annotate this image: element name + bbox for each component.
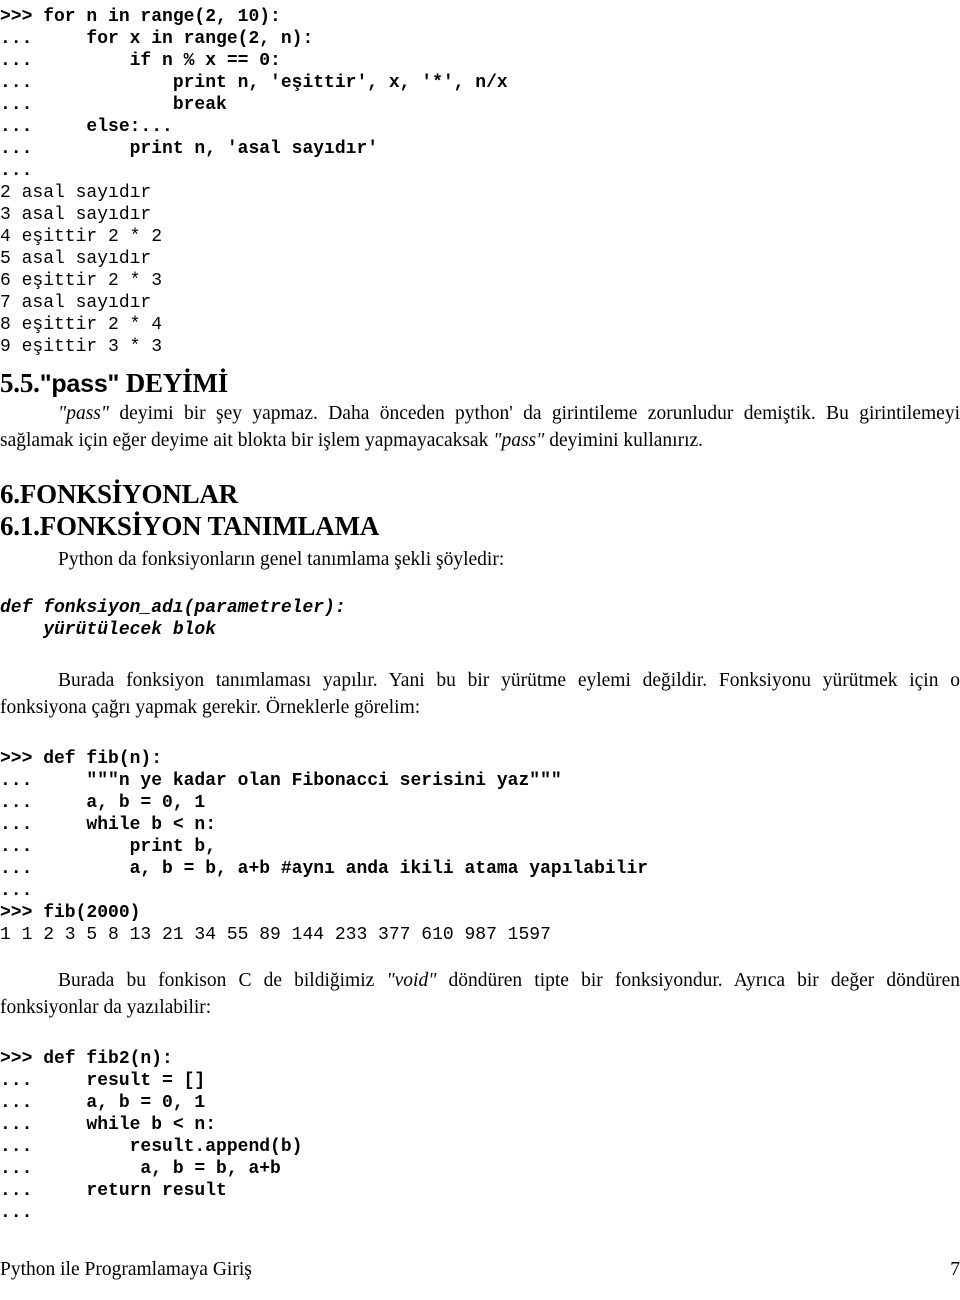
heading-function-definition: 6.1.FONKSİYON TANIMLAMA bbox=[0, 511, 380, 541]
code-line: ... print n, 'asal sayıdır' bbox=[0, 139, 379, 159]
paragraph-void-text-1: Burada bu fonkison C de bildiğimiz bbox=[58, 970, 387, 991]
paragraph-text-1: deyimi bir şey yapmaz. Daha önceden pyth… bbox=[0, 403, 960, 451]
heading-number: 5.5. bbox=[0, 368, 40, 398]
code-line: ... a, b = b, a+b bbox=[0, 1159, 281, 1179]
code-line: ... while b < n: bbox=[0, 815, 217, 835]
code-line: 8 eşittir 2 * 4 bbox=[0, 315, 163, 335]
footer-page-number: 7 bbox=[950, 1259, 960, 1280]
code-line: 7 asal sayıdır bbox=[0, 293, 152, 313]
code-line: yürütülecek blok bbox=[0, 620, 217, 640]
heading-rest: DEYİMİ bbox=[119, 368, 229, 398]
heading-quoted-pass: "pass" bbox=[39, 370, 120, 398]
code-line: 2 asal sayıdır bbox=[0, 183, 152, 203]
code-line: ... bbox=[0, 881, 33, 901]
heading-functions: 6.FONKSİYONLAR bbox=[0, 479, 238, 509]
paragraph-pass-description: "pass" deyimi bir şey yapmaz. Daha önced… bbox=[0, 400, 960, 454]
code-line: 6 eşittir 2 * 3 bbox=[0, 271, 163, 291]
inline-quoted-void: "void" bbox=[386, 970, 437, 991]
code-line: def fonksiyon_adı(parametreler): bbox=[0, 598, 346, 618]
code-line: ... a, b = 0, 1 bbox=[0, 1093, 206, 1113]
code-line: 9 eşittir 3 * 3 bbox=[0, 337, 163, 357]
fib-console: >>> def fib(n):... """n ye kadar olan Fi… bbox=[0, 748, 648, 946]
inline-quoted-pass-2: "pass" bbox=[493, 430, 545, 451]
code-line: ... return result bbox=[0, 1181, 227, 1201]
paragraph-function-call-text: Burada fonksiyon tanımlaması yapılır. Ya… bbox=[0, 670, 960, 718]
code-line: ... break bbox=[0, 95, 227, 115]
paragraph-definition-intro: Python da fonksiyonların genel tanımlama… bbox=[58, 549, 505, 570]
code-line: ... print b, bbox=[0, 837, 217, 857]
heading-pass-statement: 5.5."pass" DEYİMİ bbox=[0, 368, 228, 400]
code-line: >>> fib(2000) bbox=[0, 903, 141, 923]
code-line: 1 1 2 3 5 8 13 21 34 55 89 144 233 377 6… bbox=[0, 925, 551, 945]
paragraph-void-description: Burada bu fonkison C de bildiğimiz "void… bbox=[0, 967, 960, 1021]
footer-title: Python ile Programlamaya Giriş bbox=[0, 1259, 252, 1280]
code-line: 3 asal sayıdır bbox=[0, 205, 152, 225]
code-line: ... """n ye kadar olan Fibonacci serisin… bbox=[0, 771, 562, 791]
function-definition-syntax: def fonksiyon_adı(parametreler): yürütül… bbox=[0, 597, 346, 641]
code-line: >>> def fib(n): bbox=[0, 749, 163, 769]
code-line: ... bbox=[0, 1203, 33, 1223]
code-line: ... result.append(b) bbox=[0, 1137, 303, 1157]
code-line: ... while b < n: bbox=[0, 1115, 217, 1135]
code-line: ... for x in range(2, n): bbox=[0, 29, 314, 49]
code-line: ... bbox=[0, 161, 33, 181]
page-footer: Python ile Programlamaya Giriş 7 bbox=[0, 1258, 960, 1282]
code-line: ... result = [] bbox=[0, 1071, 206, 1091]
paragraph-function-call: Burada fonksiyon tanımlaması yapılır. Ya… bbox=[0, 667, 960, 721]
code-line: ... a, b = b, a+b #aynı anda ikili atama… bbox=[0, 859, 649, 879]
code-line: ... else:... bbox=[0, 117, 173, 137]
code-line: ... if n % x == 0: bbox=[0, 51, 281, 71]
code-line: 4 eşittir 2 * 2 bbox=[0, 227, 163, 247]
code-line: >>> for n in range(2, 10): bbox=[0, 7, 281, 27]
code-line: ... a, b = 0, 1 bbox=[0, 793, 206, 813]
inline-quoted-pass-1: "pass" bbox=[58, 403, 110, 424]
paragraph-text-2: deyimini kullanırız. bbox=[544, 430, 704, 451]
fib2-console: >>> def fib2(n):... result = []... a, b … bbox=[0, 1048, 302, 1224]
document-page: >>> for n in range(2, 10):... for x in r… bbox=[0, 0, 960, 1300]
code-line: 5 asal sayıdır bbox=[0, 249, 152, 269]
code-line: ... print n, 'eşittir', x, '*', n/x bbox=[0, 73, 508, 93]
code-line: >>> def fib2(n): bbox=[0, 1049, 173, 1069]
prime-loop-console: >>> for n in range(2, 10):... for x in r… bbox=[0, 6, 508, 358]
